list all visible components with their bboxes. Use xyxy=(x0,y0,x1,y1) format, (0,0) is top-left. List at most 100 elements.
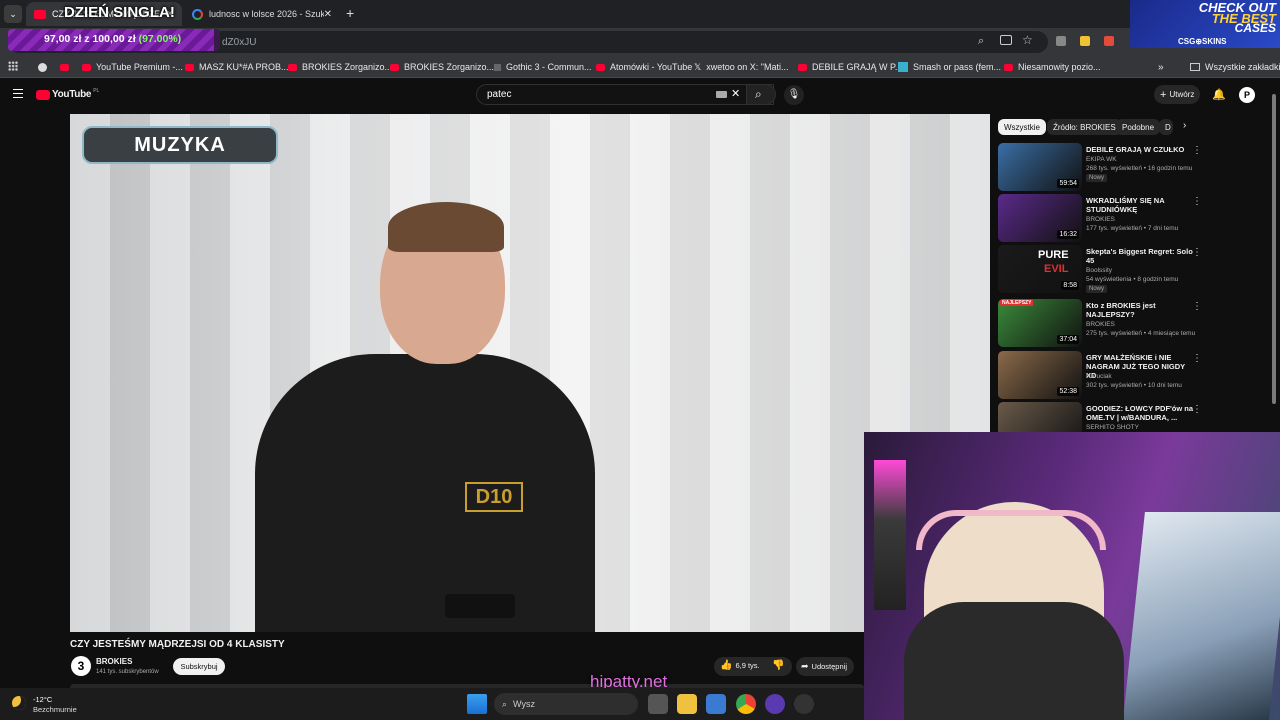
recommendation-item[interactable]: 52:38 GRY MAŁŻEŃSKIE i NIE NAGRAM JUŻ TEG… xyxy=(998,351,1268,401)
bookmark-item[interactable]: Smash or pass (fem... xyxy=(898,59,1001,75)
bookmark-item[interactable] xyxy=(38,59,47,75)
video-player[interactable]: MUZYKA D10 xyxy=(70,114,990,632)
create-button[interactable]: + Utwórz xyxy=(1154,85,1200,104)
apps-grid-icon[interactable] xyxy=(8,61,18,71)
chip-related[interactable]: Podobne xyxy=(1116,119,1161,135)
recommendation-channel[interactable]: Naruciak xyxy=(1086,373,1112,380)
store-icon[interactable] xyxy=(706,694,726,714)
more-options-icon[interactable]: ⋮ xyxy=(1192,247,1202,258)
new-tab-button[interactable]: + xyxy=(346,5,354,21)
more-bookmarks-chevron-icon[interactable]: » xyxy=(1158,59,1164,75)
csgo-skins-ad: CHECK OUT THE BEST CASES CSG⊕SKINS xyxy=(1130,0,1280,48)
video-thumbnail[interactable]: PURE EVIL 8:58 xyxy=(998,245,1082,293)
chip-from-channel[interactable]: Źródło: BROKIES xyxy=(1047,119,1122,135)
video-thumbnail[interactable]: 52:38 xyxy=(998,351,1082,399)
recommendation-channel[interactable]: EKIPA WK xyxy=(1086,156,1117,163)
recommendation-channel[interactable]: SERHITO SHOTY xyxy=(1086,424,1139,431)
bookmark-item[interactable]: MASZ KU*#A PROB... xyxy=(185,59,289,75)
video-duration: 52:38 xyxy=(1057,387,1079,396)
channel-name[interactable]: BROKIES xyxy=(96,657,132,666)
chips-next-chevron-icon[interactable]: › xyxy=(1183,120,1186,131)
recommendation-channel[interactable]: Boolssity xyxy=(1086,267,1112,274)
zoom-icon[interactable]: ⌕ xyxy=(978,35,984,48)
more-options-icon[interactable]: ⋮ xyxy=(1192,353,1202,364)
bookmark-item[interactable] xyxy=(60,59,74,75)
all-bookmarks[interactable]: Wszystkie zakładki xyxy=(1190,59,1280,75)
bookmark-item[interactable]: 𝕏xwetoo on X: "Mati... xyxy=(694,59,789,75)
avatar[interactable]: P xyxy=(1239,87,1255,103)
microphone-icon: 🎙 xyxy=(787,89,801,100)
more-options-icon[interactable]: ⋮ xyxy=(1192,404,1202,415)
close-tab-icon[interactable]: ✕ xyxy=(324,9,332,20)
tab-search[interactable]: ludnosc w lolsce 2026 - Szukaj ✕ xyxy=(184,2,340,26)
search-icon: ⌕ xyxy=(755,87,762,101)
extension-icon[interactable] xyxy=(1104,36,1114,46)
recommendation-title[interactable]: WKRADLIŚMY SIĘ NA STUDNIÓWKĘ xyxy=(1086,196,1194,214)
github-icon xyxy=(38,62,47,72)
bookmark-item[interactable]: DEBILE GRAJĄ W P... xyxy=(798,59,902,75)
bookmark-item[interactable]: Niesamowity pozio... xyxy=(1004,59,1101,75)
bookmark-label: Smash or pass (fem... xyxy=(913,62,1002,72)
chip-all[interactable]: Wszystkie xyxy=(998,119,1046,135)
extension-icon[interactable] xyxy=(1056,36,1066,46)
search-button[interactable]: ⌕ xyxy=(746,84,776,105)
video-thumbnail[interactable]: NAJLEPSZY 37:04 xyxy=(998,299,1082,347)
weather-moon-icon[interactable] xyxy=(12,696,26,710)
chip-more[interactable]: D xyxy=(1159,119,1173,135)
video-thumbnail[interactable]: 16:32 xyxy=(998,194,1082,242)
bookmark-item[interactable]: BROKIES Zorganizo... xyxy=(390,59,494,75)
recommendation-title[interactable]: DEBILE GRAJĄ W CZUŁKO xyxy=(1086,145,1194,154)
recommendation-channel[interactable]: BROKIES xyxy=(1086,216,1115,223)
video-thumbnail[interactable]: 59:54 xyxy=(998,143,1082,191)
goal-percent: (97.00%) xyxy=(138,33,182,45)
recommendation-meta: 268 tys. wyświetleń • 16 godzin temu xyxy=(1086,165,1193,172)
subscribe-button[interactable]: Subskrybuj xyxy=(173,658,225,675)
keyboard-icon[interactable] xyxy=(716,91,727,98)
share-button[interactable]: ➦ Udostępnij xyxy=(796,657,854,676)
more-options-icon[interactable]: ⋮ xyxy=(1192,145,1202,156)
voice-search-button[interactable]: 🎙 xyxy=(784,85,804,105)
menu-hamburger-icon[interactable] xyxy=(13,89,23,98)
recommendation-item[interactable]: 16:32 WKRADLIŚMY SIĘ NA STUDNIÓWKĘ BROKIES… xyxy=(998,194,1268,244)
task-view-icon[interactable] xyxy=(648,694,668,714)
recommendation-item[interactable]: 59:54 DEBILE GRAJĄ W CZUŁKO EKIPA WK 268 ty… xyxy=(998,143,1268,193)
bookmark-item[interactable]: YouTube Premium -... xyxy=(82,59,183,75)
recommendation-channel[interactable]: BROKIES xyxy=(1086,321,1115,328)
page-scrollbar[interactable] xyxy=(1272,94,1276,404)
windows-start-icon[interactable] xyxy=(467,694,487,714)
cast-icon[interactable] xyxy=(1000,35,1012,45)
donation-goal-bar: 97,00 zł z 100,00 zł (97.00%) xyxy=(8,29,220,51)
taskbar-search[interactable]: ⌕ Wysz xyxy=(494,693,638,715)
windows-taskbar: -12°C Bezchmurnie ⌕ Wysz xyxy=(0,688,864,720)
app-steam-icon[interactable] xyxy=(794,694,814,714)
bookmark-item[interactable]: Atomówki - YouTube xyxy=(596,59,692,75)
tab-list-button[interactable]: ⌄ xyxy=(4,5,22,23)
recommendation-item[interactable]: NAJLEPSZY 37:04 Kto z BROKIES jest NAJLEPS… xyxy=(998,299,1268,349)
bookmark-item[interactable]: BROKIES Zorganizo... xyxy=(288,59,392,75)
like-button[interactable]: 👍 6,9 tys. xyxy=(720,660,760,671)
youtube-favicon-icon xyxy=(798,63,807,71)
search-input[interactable]: patec xyxy=(476,84,774,105)
bookmark-star-icon[interactable]: ☆ xyxy=(1022,33,1033,47)
clear-search-icon[interactable]: ✕ xyxy=(731,87,740,100)
recommendation-title[interactable]: GOODIEZ: ŁOWCY PDF'ów na OME.TV | w/BAND… xyxy=(1086,404,1194,422)
more-options-icon[interactable]: ⋮ xyxy=(1192,196,1202,207)
dislike-button[interactable]: 👎 xyxy=(772,660,784,671)
app-circle-icon[interactable] xyxy=(765,694,785,714)
file-explorer-icon[interactable] xyxy=(677,694,697,714)
notifications-bell-icon[interactable]: 🔔 xyxy=(1212,88,1226,101)
recommendation-item[interactable]: PURE EVIL 8:58 Skepta's Biggest Regret: Sol… xyxy=(998,245,1268,295)
channel-avatar[interactable]: 3 xyxy=(71,656,91,676)
extension-icon[interactable] xyxy=(1080,36,1090,46)
bookmark-item[interactable]: Gothic 3 - Commun... xyxy=(494,59,592,75)
chrome-icon[interactable] xyxy=(736,694,756,714)
recommendation-title[interactable]: Kto z BROKIES jest NAJLEPSZY? xyxy=(1086,301,1194,319)
recommendation-title[interactable]: Skepta's Biggest Regret: Solo 45 xyxy=(1086,247,1194,265)
youtube-logo[interactable]: YouTube PL xyxy=(36,88,99,100)
goal-amount: 97,00 zł z 100,00 zł xyxy=(44,33,136,45)
more-options-icon[interactable]: ⋮ xyxy=(1192,301,1202,312)
youtube-logo-text: YouTube xyxy=(52,89,92,100)
webcam-streamer-shirt xyxy=(904,602,1124,720)
video-overlay-label: MUZYKA xyxy=(82,126,278,164)
youtube-favicon-icon xyxy=(185,63,194,71)
